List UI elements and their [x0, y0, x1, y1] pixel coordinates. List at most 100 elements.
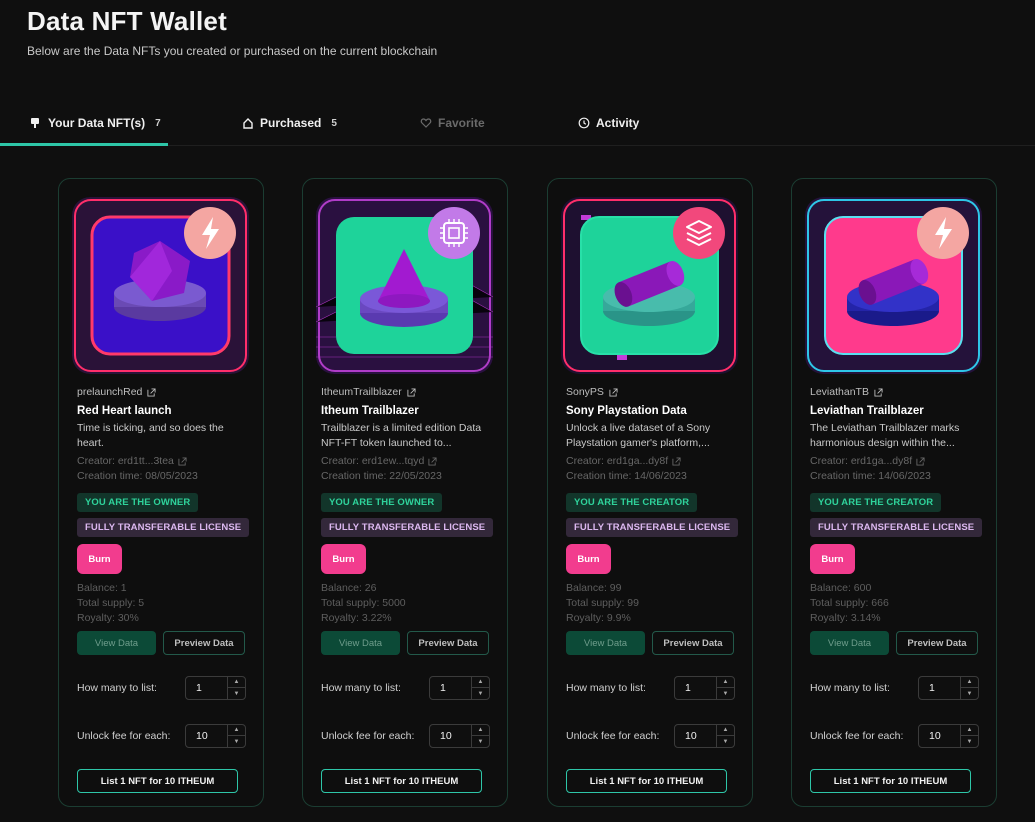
unlock-fee-stepper[interactable]: 10 ▲ ▼	[429, 724, 490, 748]
creator-handle-link[interactable]: prelaunchRed	[77, 386, 156, 398]
creator-text: Creator: erd1ga...dy8f	[566, 455, 669, 467]
nft-artwork	[805, 197, 982, 374]
list-qty-stepper[interactable]: 1 ▲ ▼	[918, 676, 979, 700]
decrement-arrow-icon[interactable]: ▼	[228, 688, 245, 699]
tab-purchased[interactable]: Purchased 5	[242, 100, 337, 146]
desc-line: Trailblazer is a limited edition Data	[321, 422, 482, 434]
burn-button[interactable]: Burn	[77, 544, 122, 574]
nft-title: Red Heart launch	[77, 405, 172, 417]
preview-data-button[interactable]: Preview Data	[896, 631, 978, 655]
list-nft-button[interactable]: List 1 NFT for 10 ITHEUM	[77, 769, 238, 793]
burn-button[interactable]: Burn	[810, 544, 855, 574]
tab-label: Activity	[596, 116, 640, 130]
creator-handle-link[interactable]: ItheumTrailblazer	[321, 386, 416, 398]
external-link-icon	[147, 387, 156, 397]
stepper-value[interactable]: 1	[929, 682, 935, 694]
page-subtitle: Below are the Data NFTs you created or p…	[27, 44, 438, 58]
creator-address-link[interactable]: Creator: erd1ga...dy8f	[566, 455, 681, 467]
view-data-button[interactable]: View Data	[566, 631, 645, 655]
increment-arrow-icon[interactable]: ▲	[472, 725, 489, 736]
stepper-arrows: ▲ ▼	[716, 725, 734, 747]
stepper-arrows: ▲ ▼	[471, 677, 489, 699]
stepper-arrows: ▲ ▼	[227, 677, 245, 699]
external-link-icon	[874, 387, 883, 397]
creator-address-link[interactable]: Creator: erd1tt...3tea	[77, 455, 187, 467]
unlock-fee-label: Unlock fee for each:	[566, 730, 660, 742]
unlock-fee-stepper[interactable]: 10 ▲ ▼	[185, 724, 246, 748]
list-qty-stepper[interactable]: 1 ▲ ▼	[429, 676, 490, 700]
unlock-fee-stepper[interactable]: 10 ▲ ▼	[918, 724, 979, 748]
increment-arrow-icon[interactable]: ▲	[717, 677, 734, 688]
decrement-arrow-icon[interactable]: ▼	[961, 688, 978, 699]
increment-arrow-icon[interactable]: ▲	[961, 725, 978, 736]
role-badge: YOU ARE THE CREATOR	[566, 493, 698, 512]
clock-icon	[578, 117, 590, 129]
nft-card: LeviathanTB Leviathan Trailblazer The Le…	[791, 178, 997, 807]
creator-address-link[interactable]: Creator: erd1ew...tqyd	[321, 455, 437, 467]
external-link-icon	[428, 456, 437, 466]
external-link-icon	[916, 456, 925, 466]
nft-description: Trailblazer is a limited edition Data NF…	[321, 421, 497, 451]
creator-text: Creator: erd1tt...3tea	[77, 455, 174, 467]
stepper-value[interactable]: 1	[685, 682, 691, 694]
list-nft-button[interactable]: List 1 NFT for 10 ITHEUM	[321, 769, 482, 793]
preview-data-button[interactable]: Preview Data	[407, 631, 489, 655]
increment-arrow-icon[interactable]: ▲	[228, 677, 245, 688]
license-badge: FULLY TRANSFERABLE LICENSE	[77, 518, 250, 537]
tab-count: 5	[331, 117, 337, 129]
decrement-arrow-icon[interactable]: ▼	[717, 688, 734, 699]
license-badge: FULLY TRANSFERABLE LICENSE	[810, 518, 983, 537]
tab-activity[interactable]: Activity	[578, 100, 639, 146]
active-tab-indicator	[0, 143, 168, 146]
tab-count: 7	[155, 117, 161, 129]
stepper-value[interactable]: 10	[685, 730, 697, 742]
stepper-value[interactable]: 1	[440, 682, 446, 694]
unlock-fee-label: Unlock fee for each:	[321, 730, 415, 742]
list-qty-stepper[interactable]: 1 ▲ ▼	[185, 676, 246, 700]
view-data-button[interactable]: View Data	[77, 631, 156, 655]
burn-button[interactable]: Burn	[321, 544, 366, 574]
stepper-arrows: ▲ ▼	[960, 725, 978, 747]
royalty: Royalty: 3.14%	[810, 612, 881, 624]
role-badge: YOU ARE THE CREATOR	[810, 493, 942, 512]
tab-your-data-nfts[interactable]: Your Data NFT(s) 7	[30, 100, 161, 146]
view-data-button[interactable]: View Data	[810, 631, 889, 655]
home-icon	[242, 117, 254, 129]
creator-handle-link[interactable]: SonyPS	[566, 386, 618, 398]
increment-arrow-icon[interactable]: ▲	[228, 725, 245, 736]
list-nft-button[interactable]: List 1 NFT for 10 ITHEUM	[810, 769, 971, 793]
increment-arrow-icon[interactable]: ▲	[472, 677, 489, 688]
handle-text: prelaunchRed	[77, 386, 143, 398]
unlock-fee-stepper[interactable]: 10 ▲ ▼	[674, 724, 735, 748]
stepper-arrows: ▲ ▼	[716, 677, 734, 699]
decrement-arrow-icon[interactable]: ▼	[961, 736, 978, 747]
stepper-value[interactable]: 10	[929, 730, 941, 742]
creator-address-link[interactable]: Creator: erd1ga...dy8f	[810, 455, 925, 467]
nft-card: prelaunchRed Red Heart launch Time is ti…	[58, 178, 264, 807]
balance: Balance: 26	[321, 582, 377, 594]
preview-data-button[interactable]: Preview Data	[652, 631, 734, 655]
burn-button[interactable]: Burn	[566, 544, 611, 574]
increment-arrow-icon[interactable]: ▲	[961, 677, 978, 688]
increment-arrow-icon[interactable]: ▲	[717, 725, 734, 736]
creator-handle-link[interactable]: LeviathanTB	[810, 386, 883, 398]
decrement-arrow-icon[interactable]: ▼	[472, 736, 489, 747]
decrement-arrow-icon[interactable]: ▼	[472, 688, 489, 699]
decrement-arrow-icon[interactable]: ▼	[717, 736, 734, 747]
handle-text: LeviathanTB	[810, 386, 869, 398]
preview-data-button[interactable]: Preview Data	[163, 631, 245, 655]
desc-line: heart.	[77, 437, 104, 449]
list-qty-stepper[interactable]: 1 ▲ ▼	[674, 676, 735, 700]
tab-favorite[interactable]: Favorite	[420, 100, 485, 146]
stepper-value[interactable]: 10	[440, 730, 452, 742]
list-nft-button[interactable]: List 1 NFT for 10 ITHEUM	[566, 769, 727, 793]
decrement-arrow-icon[interactable]: ▼	[228, 736, 245, 747]
nft-card: SonyPS Sony Playstation Data Unlock a li…	[547, 178, 753, 807]
view-data-button[interactable]: View Data	[321, 631, 400, 655]
handle-text: ItheumTrailblazer	[321, 386, 402, 398]
stepper-value[interactable]: 1	[196, 682, 202, 694]
royalty: Royalty: 3.22%	[321, 612, 392, 624]
balance: Balance: 600	[810, 582, 872, 594]
stepper-value[interactable]: 10	[196, 730, 208, 742]
desc-line: harmonious design within the...	[810, 437, 955, 449]
